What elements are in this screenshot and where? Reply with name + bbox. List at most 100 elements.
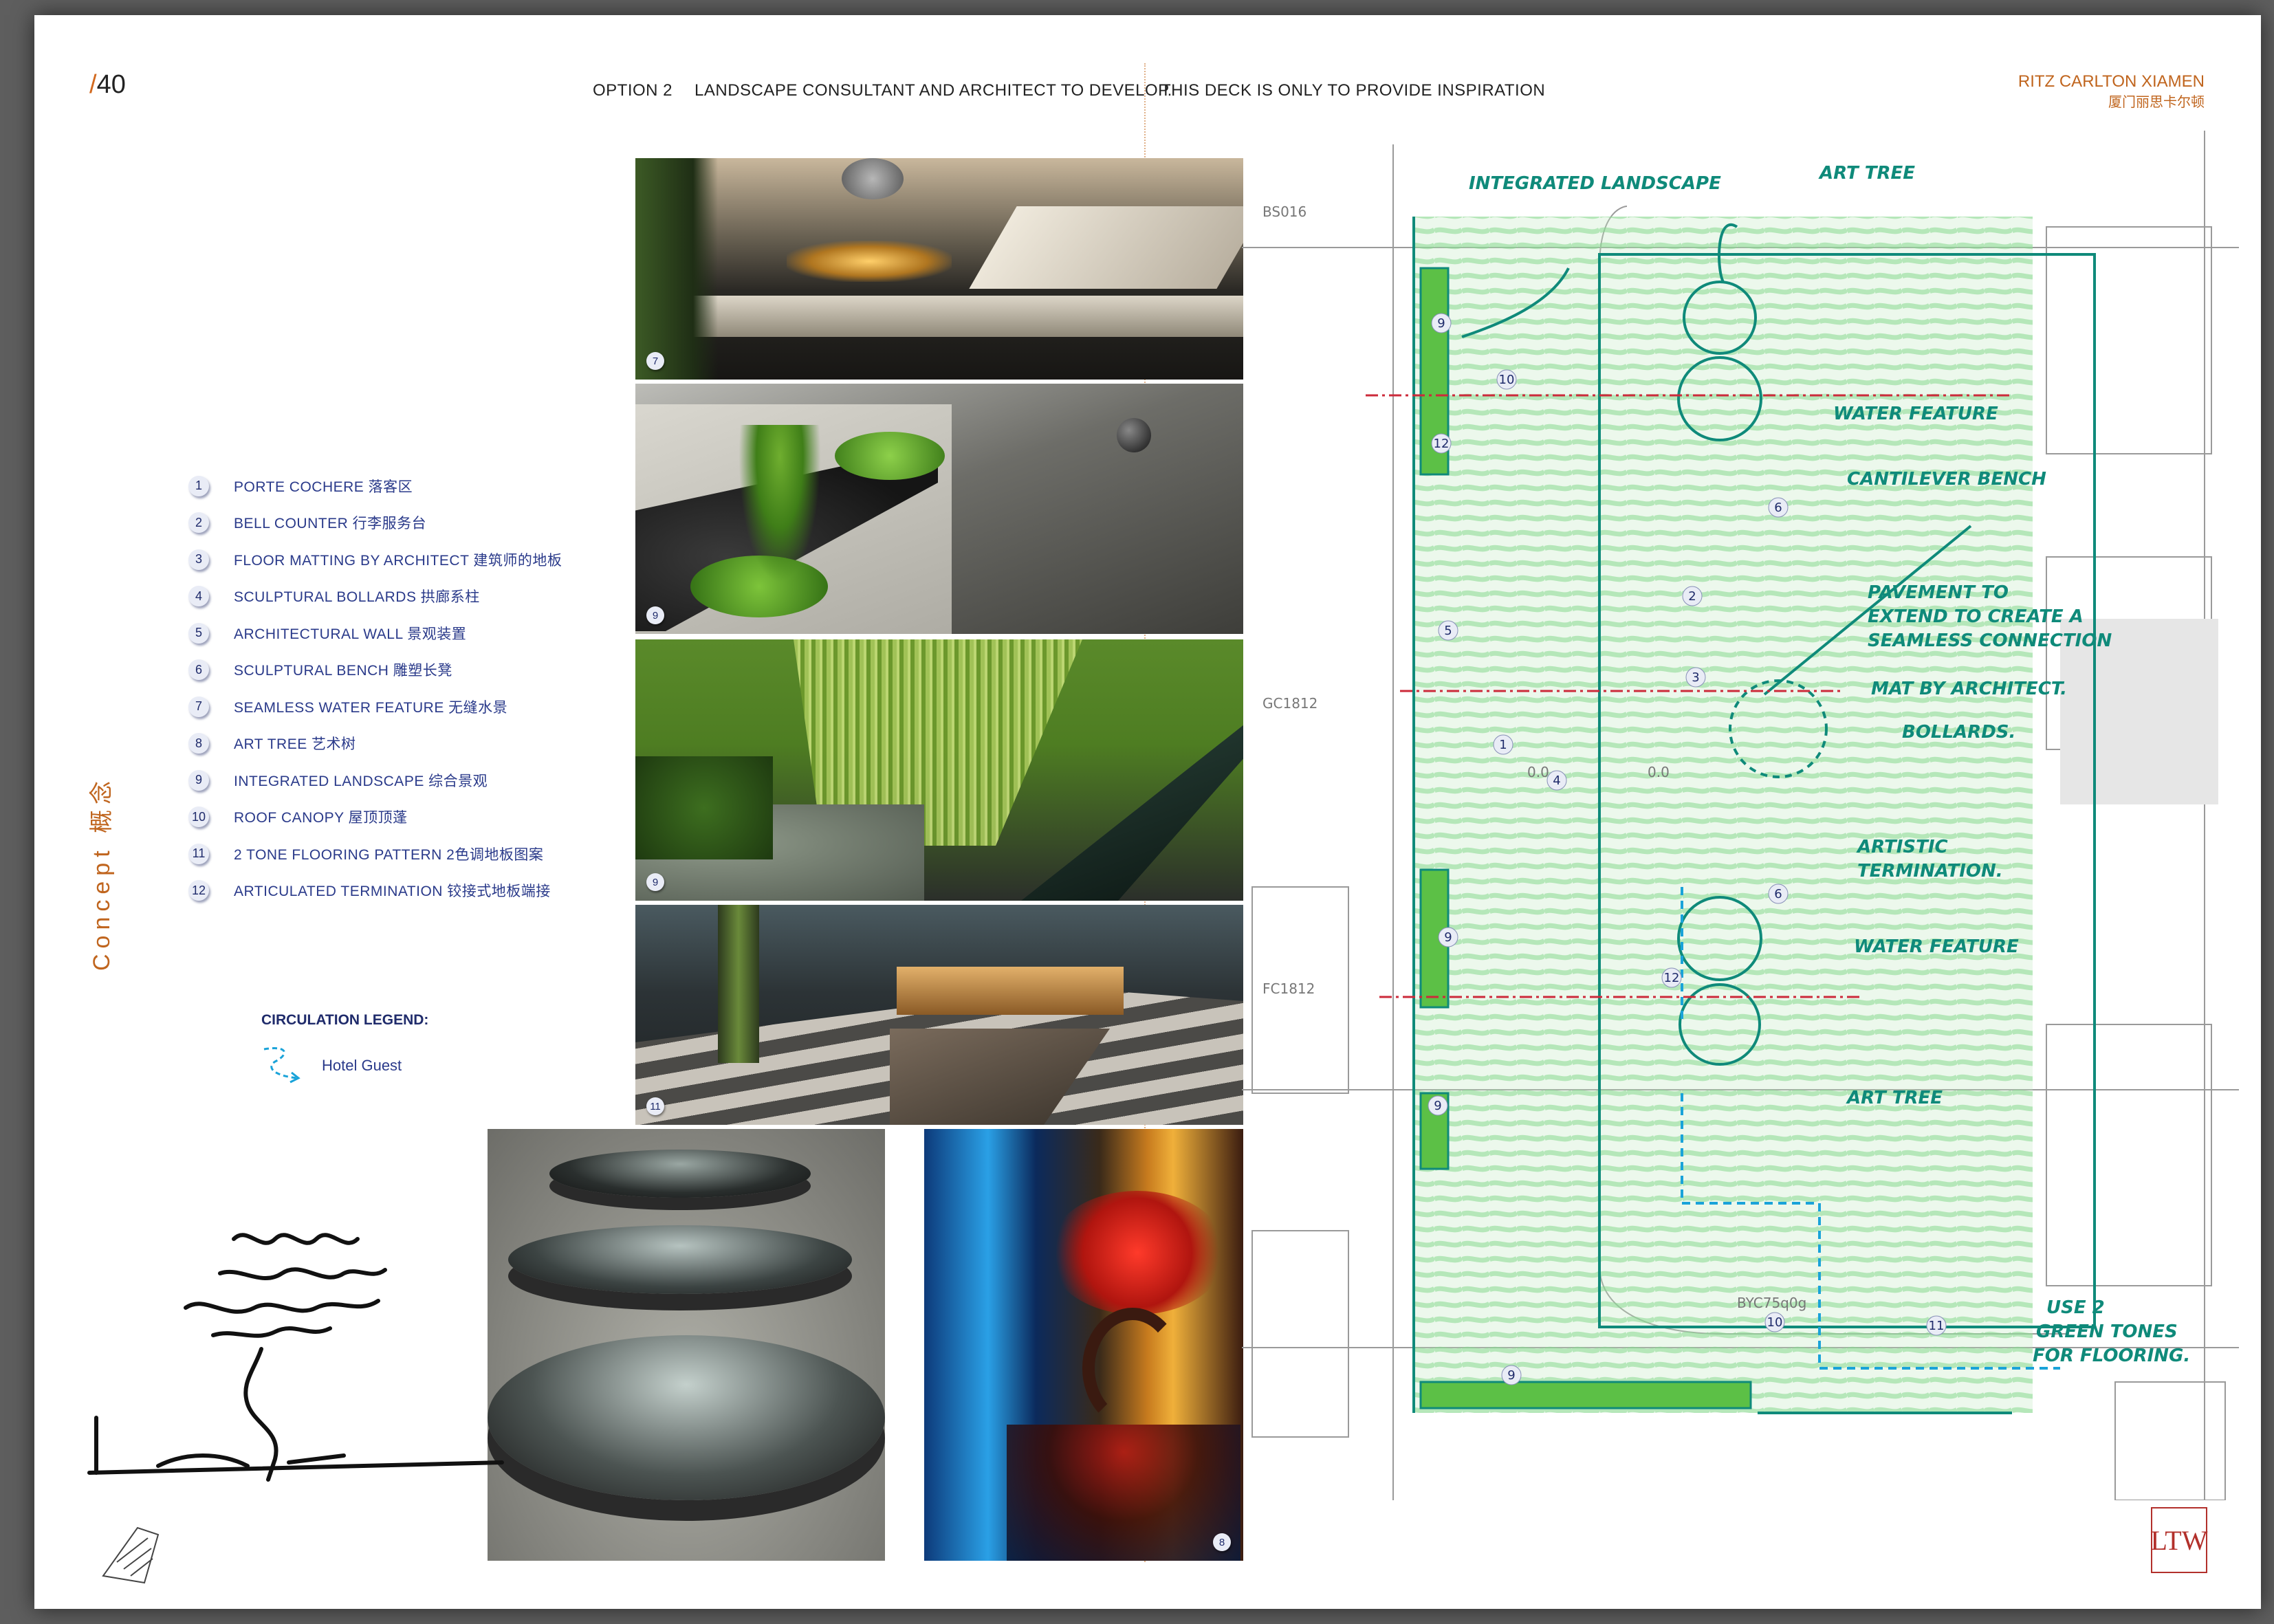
fern-frond	[739, 425, 821, 583]
water-bowl	[488, 1335, 885, 1500]
red-canopy	[1048, 1191, 1227, 1315]
legend-number: 3	[188, 549, 209, 570]
dashed-arrow-icon	[263, 1047, 300, 1084]
annot-art-tree: ART TREE	[1818, 163, 1915, 184]
plan-marker-number: 10	[1767, 1315, 1783, 1330]
stone-step	[635, 296, 1243, 337]
photo-art-tree: 8	[924, 1129, 1243, 1561]
plan-elevation: 0.0	[1527, 764, 1549, 780]
plan-marker-number: 6	[1774, 501, 1782, 515]
circulation-legend-title: CIRCULATION LEGEND:	[261, 1012, 429, 1028]
plan-marker-number: 9	[1437, 316, 1445, 331]
annot-water-feature: WATER FEATURE	[1833, 404, 1998, 424]
annot-pavement-1: PAVEMENT TO	[1868, 582, 2009, 603]
ltw-logo: LTW	[2151, 1507, 2207, 1573]
annot-integrated-landscape: INTEGRATED LANDSCAPE	[1469, 173, 1721, 194]
plan-marker-number: 10	[1499, 373, 1515, 387]
page-number: /40	[89, 70, 126, 99]
warm-light-glow	[787, 241, 952, 282]
legend-label: 2 TONE FLOORING PATTERN 2色调地板图案	[234, 846, 544, 863]
legend-number: 5	[188, 622, 209, 644]
plan-marker-number: 11	[1929, 1319, 1945, 1333]
site-plan-sketch: INTEGRATED LANDSCAPE ART TREE WATER FEAT…	[1242, 131, 2239, 1500]
header-inspiration-note: THIS DECK IS ONLY TO PROVIDE INSPIRATION	[1161, 81, 1546, 100]
plan-code: BS016	[1262, 204, 1307, 220]
legend-item: 10 ROOF CANOPY 屋顶顶蓬	[188, 799, 562, 836]
legend-item: 1 PORTE COCHERE 落客区	[188, 468, 562, 505]
legend-label: SEAMLESS WATER FEATURE 无缝水景	[234, 699, 508, 716]
annot-artistic-2: TERMINATION.	[1857, 861, 2003, 881]
annot-water-feature-bottom: WATER FEATURE	[1854, 936, 2019, 957]
photo-integrated-landscape-planter: 9	[635, 384, 1243, 634]
legend-item: 6 SCULPTURAL BENCH 雕塑长凳	[188, 652, 562, 689]
reflection	[1007, 1425, 1240, 1561]
twisted-trunk	[1082, 1308, 1183, 1429]
photo-water-bowls	[488, 1129, 885, 1561]
water-bowl	[549, 1150, 811, 1198]
plan-marker-number: 9	[1434, 1099, 1441, 1113]
plan-marker-number: 9	[1507, 1368, 1515, 1383]
photo-bamboo-water-channel: 9	[635, 639, 1243, 901]
circulation-hotel-guest-label: Hotel Guest	[322, 1057, 402, 1074]
groundcover	[635, 756, 773, 859]
annot-mat: MAT BY ARCHITECT.	[1871, 679, 2067, 699]
photo-seamless-water-feature: 7	[635, 158, 1243, 380]
plan-code: BYC75q0g	[1737, 1295, 1806, 1311]
legend-number: 10	[188, 806, 209, 828]
photo-tag: 7	[646, 352, 664, 370]
legend-number: 1	[188, 475, 209, 496]
annot-art-tree-bottom: ART TREE	[1846, 1088, 1943, 1108]
plan-code: FC1812	[1262, 980, 1315, 997]
plan-marker-number: 1	[1499, 738, 1507, 752]
plan-marker-number: 5	[1444, 624, 1452, 638]
legend-number: 6	[188, 659, 209, 681]
art-tree-sketch	[87, 1233, 504, 1482]
photo-tag: 9	[646, 873, 664, 891]
sculpture-sphere	[842, 158, 904, 199]
legend-number: 2	[188, 512, 209, 534]
brand-name: RITZ CARLTON XIAMEN	[2018, 72, 2205, 91]
annot-use-3: FOR FLOORING.	[2033, 1346, 2190, 1366]
photo-two-tone-flooring: 11	[635, 905, 1243, 1125]
moss-mound-back	[835, 432, 945, 480]
section-label: Concept 概念	[89, 775, 115, 971]
legend-item: 4 SCULPTURAL BOLLARDS 拱廊系柱	[188, 578, 562, 615]
tree-trunk	[718, 905, 759, 1063]
plan-marker-number: 12	[1664, 971, 1680, 985]
plan-marker-number: 12	[1434, 437, 1450, 451]
slide-page: /40 OPTION 2 LANDSCAPE CONSULTANT AND AR…	[34, 15, 2261, 1609]
plan-marker-number: 6	[1774, 887, 1782, 901]
plan-marker-number: 4	[1553, 773, 1560, 788]
legend-label: ROOF CANOPY 屋顶顶蓬	[234, 810, 408, 826]
photo-tag: 11	[646, 1097, 664, 1115]
hand-sketch-icon	[102, 1526, 160, 1584]
legend-label: ARTICULATED TERMINATION 铰接式地板端接	[234, 884, 551, 900]
legend-label: ARCHITECTURAL WALL 景观装置	[234, 626, 467, 642]
legend-item: 5 ARCHITECTURAL WALL 景观装置	[188, 615, 562, 652]
legend-item: 11 2 TONE FLOORING PATTERN 2色调地板图案	[188, 835, 562, 873]
brand-name-cn: 厦门丽思卡尔顿	[2108, 95, 2205, 110]
legend-number: 9	[188, 769, 209, 791]
black-sphere	[1117, 418, 1151, 452]
header-development-note: LANDSCAPE CONSULTANT AND ARCHITECT TO DE…	[695, 81, 1172, 100]
legend-item: 12 ARTICULATED TERMINATION 铰接式地板端接	[188, 873, 562, 910]
plan-marker-number: 9	[1444, 930, 1452, 945]
legend-label: SCULPTURAL BOLLARDS 拱廊系柱	[234, 589, 480, 606]
annot-bollards: BOLLARDS.	[1902, 722, 2015, 743]
annot-pavement-2: EXTEND TO CREATE A	[1868, 606, 2084, 627]
legend-number: 8	[188, 733, 209, 754]
annot-cantilever-bench: CANTILEVER BENCH	[1847, 469, 2046, 490]
plan-marker-number: 2	[1688, 589, 1696, 604]
legend-label: INTEGRATED LANDSCAPE 综合景观	[234, 773, 488, 789]
legend-label: FLOOR MATTING BY ARCHITECT 建筑师的地板	[234, 552, 562, 569]
plan-elevation: 0.0	[1648, 764, 1670, 780]
plan-code: GC1812	[1262, 695, 1318, 712]
header-option: OPTION 2	[593, 81, 673, 100]
circulation-legend-item: Hotel Guest	[261, 1045, 402, 1086]
photo-tag: 8	[1213, 1533, 1231, 1551]
annot-use-2: GREEN TONES	[2036, 1321, 2178, 1342]
legend-number: 12	[188, 880, 209, 901]
legend-number: 7	[188, 696, 209, 717]
photo-tag: 9	[646, 606, 664, 624]
legend-number: 4	[188, 586, 209, 607]
